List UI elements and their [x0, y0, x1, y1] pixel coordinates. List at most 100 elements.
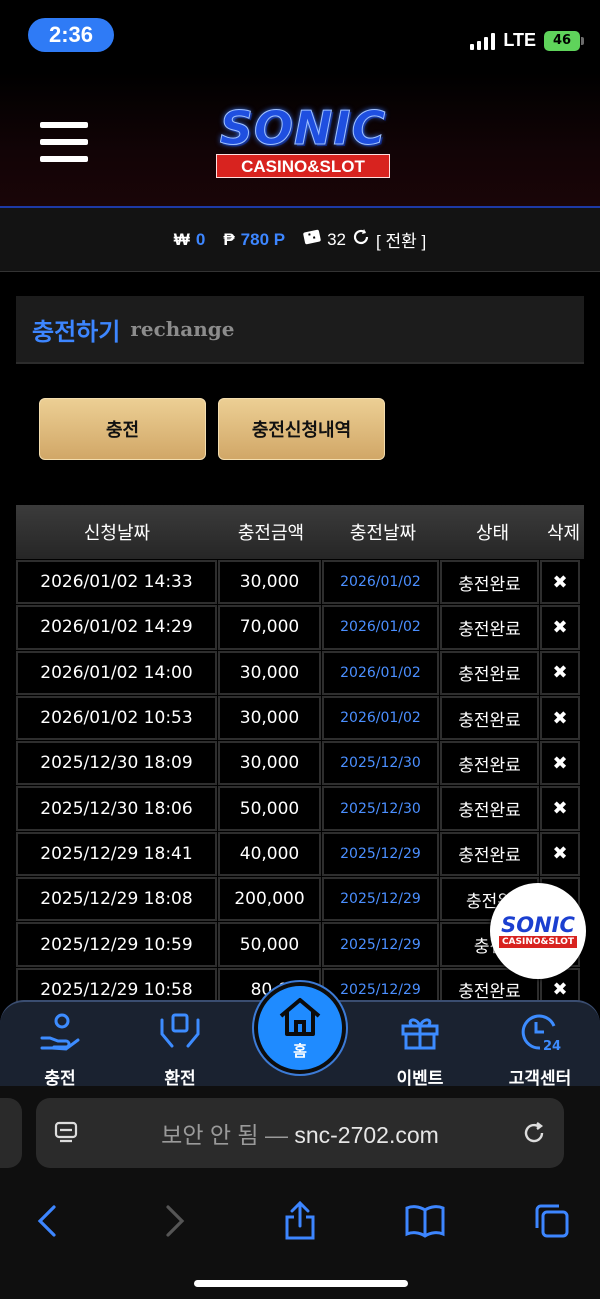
- cell-request-date: 2025/12/30 18:06: [16, 786, 217, 831]
- share-icon[interactable]: [275, 1196, 325, 1246]
- hand-coin-icon: [10, 1002, 110, 1052]
- cell-status: 충전완료: [440, 560, 539, 605]
- nav-support[interactable]: 24 고객센터: [490, 1002, 590, 1089]
- refresh-icon[interactable]: [352, 228, 370, 251]
- cell-amount: 50,000: [218, 786, 321, 831]
- site-header: SONIC CASINO&SLOT: [0, 72, 600, 207]
- floating-logo-button[interactable]: SONIC CASINO&SLOT: [490, 883, 586, 979]
- status-right: LTE 46: [470, 30, 584, 51]
- cell-charge-date: 2025/12/29: [322, 831, 439, 877]
- cell-amount: 30,000: [218, 741, 321, 786]
- table-row: 2026/01/02 14:29 70,000 2026/01/02 충전완료 ✖: [16, 605, 584, 650]
- cell-charge-date: 2025/12/30: [322, 786, 439, 831]
- cell-charge-date: 2026/01/02: [322, 605, 439, 650]
- floating-logo-text: SONIC: [501, 913, 575, 937]
- delete-button[interactable]: ✖: [540, 695, 580, 741]
- page-menu-icon[interactable]: [36, 1120, 96, 1146]
- coupon-count: 32: [327, 229, 347, 249]
- table-header: 신청날짜 충전금액 충전날짜 상태 삭제: [16, 505, 584, 559]
- url-text[interactable]: 보안 안 됨 — snc-2702.com: [96, 1116, 504, 1150]
- cell-charge-date: 2026/01/02: [322, 560, 439, 605]
- cell-request-date: 2025/12/30 18:09: [16, 741, 217, 786]
- page-title: 충전하기 rechange: [16, 296, 584, 364]
- network-type: LTE: [503, 30, 536, 50]
- home-indicator[interactable]: [194, 1280, 408, 1287]
- cell-request-date: 2026/01/02 14:29: [16, 605, 217, 650]
- browser-toolbar: [0, 1196, 600, 1246]
- cell-charge-date: 2026/01/02: [322, 650, 439, 695]
- logo-text: SONIC: [219, 101, 387, 155]
- cell-request-date: 2026/01/02 10:53: [16, 695, 217, 741]
- battery-icon: 46: [544, 30, 584, 51]
- url-domain: snc-2702.com: [294, 1122, 439, 1148]
- cell-status: 충전완료: [440, 786, 539, 831]
- reload-icon[interactable]: [504, 1120, 564, 1146]
- nav-home-label: 홈: [293, 1041, 307, 1060]
- table-row: 2026/01/02 10:53 30,000 2026/01/02 충전완료 ✖: [16, 695, 584, 741]
- support-24-icon: 24: [490, 1002, 590, 1052]
- cell-request-date: 2025/12/29 10:59: [16, 922, 217, 967]
- charge-button[interactable]: 충전: [39, 398, 206, 460]
- col-delete: 삭제: [546, 523, 581, 544]
- gift-icon: [370, 1002, 470, 1052]
- cell-charge-date: 2025/12/29: [322, 877, 439, 922]
- cell-amount: 70,000: [218, 605, 321, 650]
- table-row: 2026/01/02 14:00 30,000 2026/01/02 충전완료 ✖: [16, 650, 584, 696]
- cell-charge-date: 2025/12/30: [322, 741, 439, 786]
- hands-money-icon: [130, 1002, 230, 1052]
- home-icon: [279, 997, 321, 1036]
- delete-button[interactable]: ✖: [540, 831, 580, 877]
- delete-button[interactable]: ✖: [540, 741, 580, 786]
- col-amount: 충전금액: [237, 523, 305, 544]
- table-row: 2025/12/30 18:06 50,000 2025/12/30 충전완료 ✖: [16, 786, 584, 831]
- cell-amount: 40,000: [218, 831, 321, 877]
- table-row: 2025/12/30 18:09 30,000 2025/12/30 충전완료 ✖: [16, 741, 584, 786]
- col-charge-date: 충전날짜: [349, 523, 417, 544]
- charge-history-button[interactable]: 충전신청내역: [218, 398, 385, 460]
- cell-request-date: 2025/12/29 18:41: [16, 831, 217, 877]
- point-icon: ₱: [223, 229, 235, 249]
- svg-text:24: 24: [543, 1039, 561, 1052]
- table-row: 2026/01/02 14:33 30,000 2026/01/02 충전완료 ✖: [16, 560, 584, 605]
- delete-button[interactable]: ✖: [540, 786, 580, 831]
- coupon-icon: [303, 229, 321, 250]
- cell-request-date: 2026/01/02 14:33: [16, 560, 217, 605]
- logo-subtext: CASINO&SLOT: [216, 154, 390, 178]
- col-status: 상태: [475, 523, 510, 544]
- convert-button[interactable]: [ 전환 ]: [376, 227, 426, 252]
- signal-icon: [470, 32, 496, 50]
- nav-event[interactable]: 이벤트: [370, 1002, 470, 1089]
- nav-charge[interactable]: 충전: [10, 1002, 110, 1089]
- cell-status: 충전완료: [440, 605, 539, 650]
- previous-tab-peek[interactable]: [0, 1098, 22, 1168]
- address-bar[interactable]: 보안 안 됨 — snc-2702.com: [36, 1098, 564, 1168]
- nav-home[interactable]: 홈: [254, 982, 346, 1074]
- cell-amount: 30,000: [218, 560, 321, 605]
- balance-bar: ₩ 0 ₱ 780 P 32 [ 전환 ]: [0, 208, 600, 272]
- won-balance: 0: [195, 229, 206, 249]
- nav-exchange[interactable]: 환전: [130, 1002, 230, 1089]
- cell-charge-date: 2026/01/02: [322, 695, 439, 741]
- table-row: 2025/12/29 18:41 40,000 2025/12/29 충전완료 ✖: [16, 831, 584, 877]
- back-icon[interactable]: [22, 1196, 72, 1246]
- bookmarks-icon[interactable]: [400, 1196, 450, 1246]
- menu-icon[interactable]: [40, 122, 88, 164]
- cell-request-date: 2025/12/29 18:08: [16, 877, 217, 922]
- delete-button[interactable]: ✖: [540, 650, 580, 695]
- forward-icon[interactable]: [150, 1196, 200, 1246]
- won-icon: ₩: [173, 229, 190, 249]
- cell-status: 충전완료: [440, 741, 539, 786]
- tabs-icon[interactable]: [527, 1196, 577, 1246]
- cell-status: 충전완료: [440, 650, 539, 695]
- col-request-date: 신청날짜: [83, 523, 151, 544]
- cell-status: 충전완료: [440, 695, 539, 741]
- cell-amount: 200,000: [218, 877, 321, 922]
- site-logo[interactable]: SONIC CASINO&SLOT: [198, 102, 408, 182]
- delete-button[interactable]: ✖: [540, 560, 580, 605]
- cell-amount: 50,000: [218, 922, 321, 967]
- cell-charge-date: 2025/12/29: [322, 922, 439, 967]
- status-bar: 2:36 LTE 46: [0, 0, 600, 72]
- delete-button[interactable]: ✖: [540, 605, 580, 650]
- status-time: 2:36: [28, 18, 114, 52]
- insecure-label: 보안 안 됨 —: [161, 1122, 288, 1148]
